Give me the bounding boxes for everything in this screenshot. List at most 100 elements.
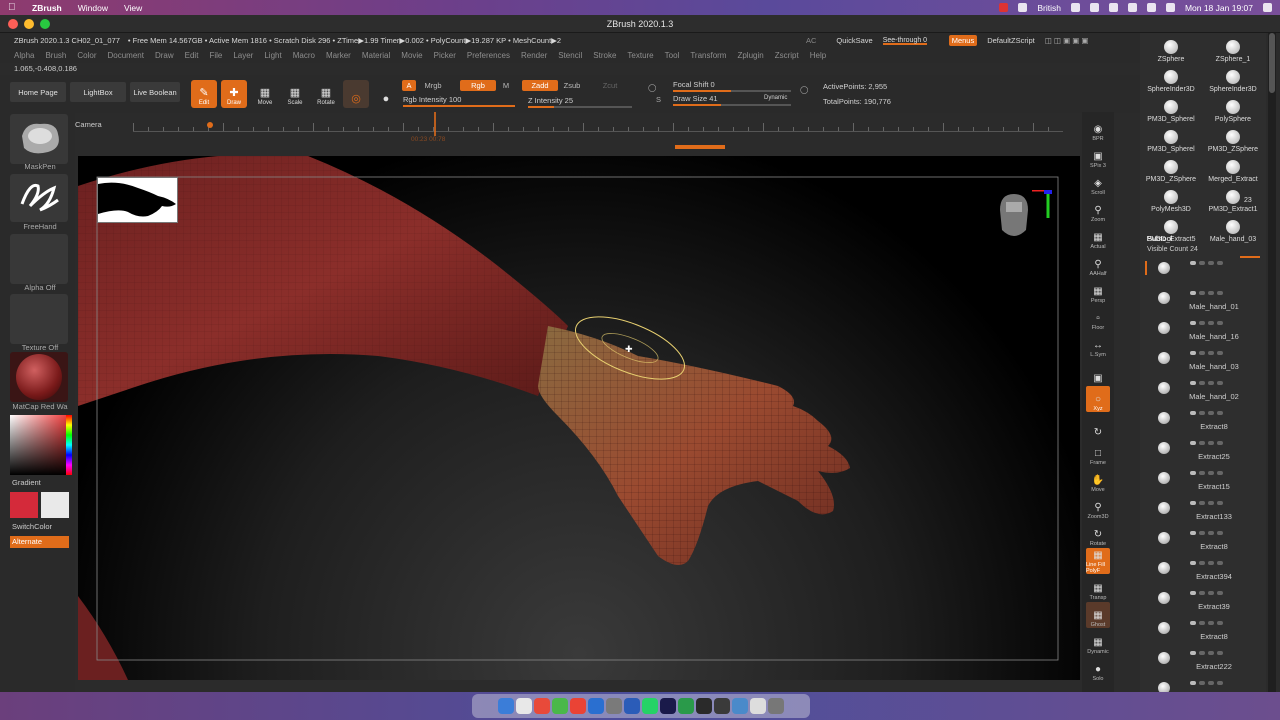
close-icon[interactable] (8, 19, 18, 29)
layout-icons[interactable]: ◫ ◫ ▣ ▣ ▣ (1045, 36, 1089, 45)
subtool-row[interactable]: Male_hand_03 (1146, 348, 1260, 378)
viewport-canvas[interactable]: ✚ (78, 156, 1080, 680)
tool-thumb[interactable]: PM3D_ZSphere (1202, 123, 1264, 153)
wifi-icon[interactable] (1108, 3, 1118, 12)
subtool-visibility-toggles[interactable] (1190, 261, 1223, 265)
subtool-visibility-toggles[interactable] (1190, 321, 1223, 325)
shelf-aahalf-button[interactable]: ⚲ AAHalf (1086, 251, 1110, 277)
menu-tool[interactable]: Tool (665, 51, 680, 60)
main-color-swatch[interactable] (10, 492, 38, 518)
default-zscript-button[interactable]: DefaultZScript (987, 36, 1035, 45)
dock-app-icon[interactable] (642, 698, 658, 714)
live-boolean-button[interactable]: Live Boolean (130, 82, 180, 102)
dock-app-icon[interactable] (570, 698, 586, 714)
subtool-visibility-toggles[interactable] (1190, 561, 1223, 565)
tool-thumb[interactable]: PolySphere (1202, 93, 1264, 123)
dock-app-icon[interactable] (606, 698, 622, 714)
panel-scrollbar[interactable] (1268, 33, 1276, 693)
shelf-rotate-small-button[interactable]: ↻ (1086, 413, 1110, 439)
navigation-cube[interactable] (996, 190, 1052, 246)
rotate-button[interactable]: ▦ Rotate (313, 80, 339, 108)
menu-draw[interactable]: Draw (155, 51, 174, 60)
move-button[interactable]: ▦ Move (252, 80, 278, 108)
tool-thumb[interactable]: SphereInder3D (1140, 63, 1202, 93)
s-label[interactable]: S (656, 95, 661, 104)
tool-thumb[interactable]: PM3D_ZSphere (1140, 153, 1202, 183)
bluetooth-icon[interactable] (1070, 3, 1080, 12)
subtool-header[interactable]: Subtool (1147, 234, 1172, 243)
hue-strip[interactable] (66, 415, 72, 475)
stroke-button[interactable] (10, 174, 68, 222)
tool-thumb[interactable]: PolyMesh3D (1140, 183, 1202, 213)
menu-marker[interactable]: Marker (326, 51, 351, 60)
material-sphere-button[interactable]: ● (373, 80, 399, 108)
malwarebytes-icon[interactable] (1018, 3, 1028, 12)
dock-app-icon[interactable] (552, 698, 568, 714)
menu-macro[interactable]: Macro (293, 51, 315, 60)
tool-thumb[interactable]: ZSphere_1 (1202, 33, 1264, 63)
subtool-visibility-toggles[interactable] (1190, 381, 1223, 385)
menu-help[interactable]: Help (810, 51, 826, 60)
dock-app-icon[interactable] (624, 698, 640, 714)
zadd-toggle[interactable]: Zadd (522, 80, 558, 91)
subtool-row[interactable]: Male_hand_01 (1146, 288, 1260, 318)
shelf-actual-button[interactable]: ▦ Actual (1086, 224, 1110, 250)
shelf-lock-button[interactable]: ▣ (1086, 359, 1110, 385)
z-intensity-slider[interactable] (528, 106, 632, 108)
home-page-button[interactable]: Home Page (10, 82, 66, 102)
shelf-lsym-button[interactable]: ↔ L.Sym (1086, 332, 1110, 358)
shelf-linefill-button[interactable]: ▦ Line Fill PolyF (1086, 548, 1110, 574)
menu-app[interactable]: ZBrush (32, 3, 62, 13)
subtool-row[interactable]: Extract8 (1146, 408, 1260, 438)
subtool-visibility-toggles[interactable] (1190, 441, 1223, 445)
menu-layer[interactable]: Layer (233, 51, 253, 60)
shelf-zoom3d-button[interactable]: ⚲ Zoom3D (1086, 494, 1110, 520)
shelf-rotate-button[interactable]: ↻ Rotate (1086, 521, 1110, 547)
subtool-row[interactable]: Extract133 (1146, 498, 1260, 528)
dock-app-icon[interactable] (516, 698, 532, 714)
menu-picker[interactable]: Picker (434, 51, 456, 60)
tool-thumb[interactable]: ZSphere (1140, 33, 1202, 63)
menu-light[interactable]: Light (264, 51, 281, 60)
menu-view[interactable]: View (124, 3, 142, 13)
dock-app-icon[interactable] (714, 698, 730, 714)
gizmo-button[interactable]: ◎ (343, 80, 369, 108)
alternate-button[interactable]: Alternate (10, 536, 69, 548)
shelf-dynamic-button[interactable]: ▦ Dynamic (1086, 629, 1110, 655)
lightbox-button[interactable]: LightBox (70, 82, 126, 102)
timeline-cursor[interactable] (434, 112, 436, 136)
subtool-visibility-toggles[interactable] (1190, 681, 1223, 685)
tool-thumb[interactable]: Merged_Extract (1202, 153, 1264, 183)
menu-stroke[interactable]: Stroke (593, 51, 616, 60)
menu-color[interactable]: Color (77, 51, 96, 60)
menu-preferences[interactable]: Preferences (467, 51, 510, 60)
shelf-xyz-button[interactable]: ○ Xyz (1086, 386, 1110, 412)
menu-zplugin[interactable]: Zplugin (737, 51, 763, 60)
dock-app-icon[interactable] (768, 698, 784, 714)
menu-stencil[interactable]: Stencil (558, 51, 582, 60)
menu-render[interactable]: Render (521, 51, 547, 60)
tool-thumb[interactable]: Male_hand_03 (1202, 213, 1264, 243)
menus-button[interactable]: Menus (948, 35, 978, 46)
search-icon[interactable] (1127, 3, 1137, 12)
subtool-row[interactable]: Extract8 (1146, 528, 1260, 558)
subtool-visibility-toggles[interactable] (1190, 351, 1223, 355)
timeline[interactable]: Camera 00:23 00:78 (75, 112, 1075, 154)
menu-window[interactable]: Window (78, 3, 108, 13)
zsub-toggle[interactable]: Zsub (560, 80, 584, 91)
menu-brush[interactable]: Brush (45, 51, 66, 60)
timeline-scroll-marker[interactable] (675, 145, 725, 149)
subtool-row[interactable]: Extract8 (1146, 618, 1260, 648)
timeline-ruler[interactable] (133, 122, 1063, 132)
draw-button[interactable]: ✚ Draw (221, 80, 247, 108)
menu-transform[interactable]: Transform (690, 51, 726, 60)
edit-button[interactable]: ✎ Edit (191, 80, 217, 108)
shelf-zoom-button[interactable]: ⚲ Zoom (1086, 197, 1110, 223)
brush-button[interactable] (10, 114, 68, 164)
secondary-color-swatch[interactable] (41, 492, 69, 518)
shelf-ghost-button[interactable]: ▦ Ghost (1086, 602, 1110, 628)
texture-button[interactable] (10, 294, 68, 344)
menu-material[interactable]: Material (362, 51, 390, 60)
mrgb-toggle[interactable]: Mrgb (420, 80, 446, 91)
subtool-visibility-toggles[interactable] (1190, 651, 1223, 655)
